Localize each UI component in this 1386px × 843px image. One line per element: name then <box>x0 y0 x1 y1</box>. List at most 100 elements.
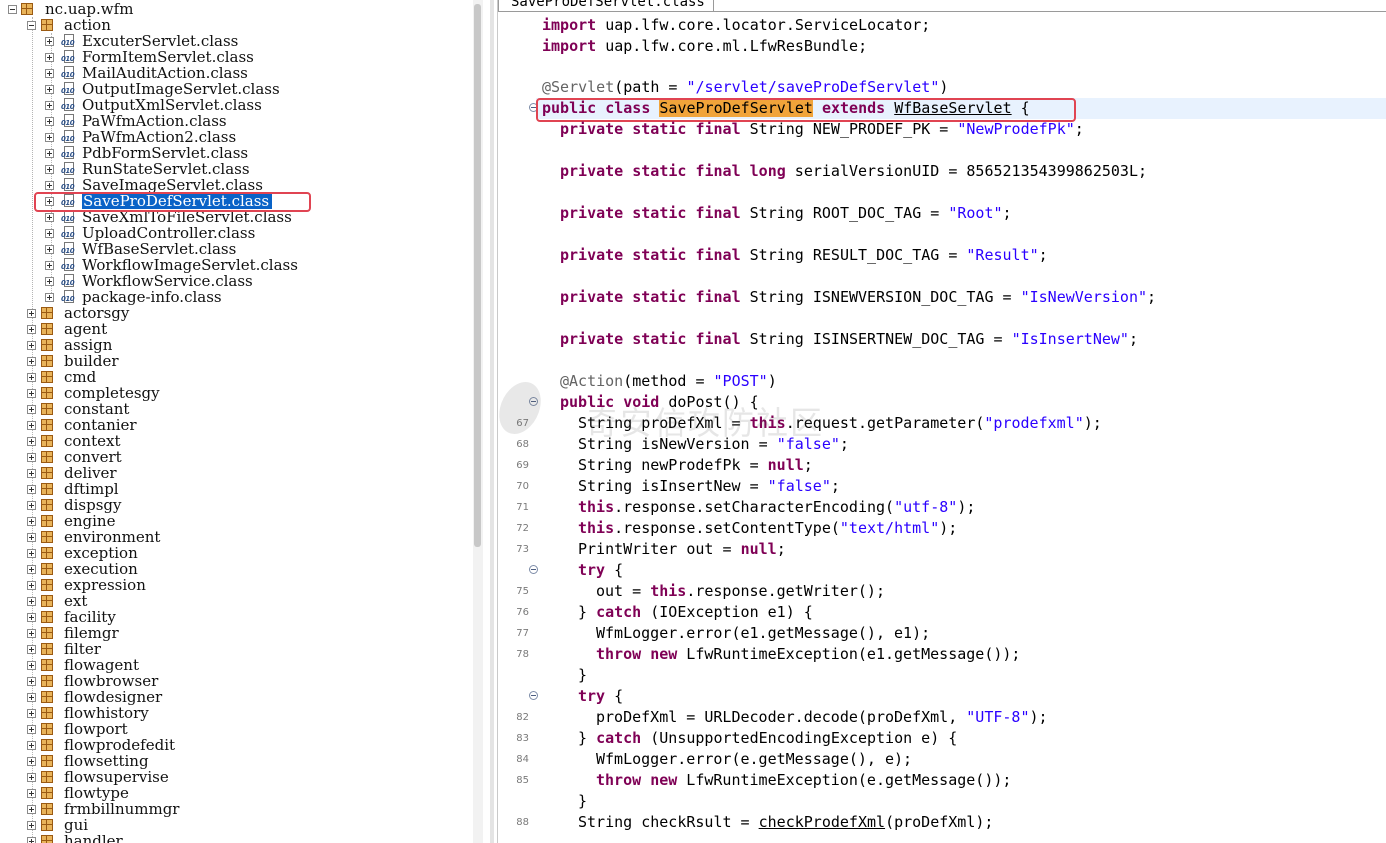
expand-icon[interactable] <box>45 229 54 238</box>
expand-icon[interactable] <box>27 405 36 414</box>
expand-icon[interactable] <box>27 373 36 382</box>
code-token: ; <box>1038 246 1048 264</box>
class-file-icon: 010 <box>61 258 75 272</box>
package-icon <box>41 387 53 399</box>
pane-divider[interactable] <box>490 0 494 843</box>
expand-icon[interactable] <box>27 549 36 558</box>
tree-node-label: dispsgy <box>64 496 122 514</box>
expand-icon[interactable] <box>27 597 36 606</box>
expand-icon[interactable] <box>27 677 36 686</box>
expand-icon[interactable] <box>27 581 36 590</box>
code-token: String isInsertNew = "false"; <box>578 476 840 497</box>
expand-icon[interactable] <box>45 261 54 270</box>
expand-icon[interactable] <box>45 69 54 78</box>
expand-icon[interactable] <box>27 485 36 494</box>
expand-icon[interactable] <box>27 469 36 478</box>
code-line: 85 throw new LfwRuntimeException(e.getMes… <box>498 770 1386 791</box>
code-token: String <box>740 288 813 306</box>
code-token: static <box>632 246 687 264</box>
expand-icon[interactable] <box>27 309 36 318</box>
code-token: (path = <box>614 78 687 96</box>
expand-icon[interactable] <box>27 805 36 814</box>
expand-icon[interactable] <box>27 757 36 766</box>
expand-icon[interactable] <box>45 165 54 174</box>
code-token: final <box>695 204 741 222</box>
expand-icon[interactable] <box>27 517 36 526</box>
line-number: 88 <box>516 817 529 828</box>
code-token: throw new LfwRuntimeException(e1.getMess… <box>596 644 1020 665</box>
expand-icon[interactable] <box>27 693 36 702</box>
code-token: (UnsupportedEncodingException e) { <box>641 729 958 747</box>
editor-tab-title: SaveProDefServlet.class <box>511 0 705 10</box>
tree-scrollbar-thumb[interactable] <box>474 4 481 547</box>
expand-icon[interactable] <box>45 85 54 94</box>
code-token: String <box>740 204 813 222</box>
expand-icon[interactable] <box>27 389 36 398</box>
code-token: static <box>632 330 687 348</box>
fold-toggle-icon[interactable] <box>529 397 538 406</box>
expand-icon[interactable] <box>27 821 36 830</box>
code-token: import <box>542 16 597 34</box>
code-token: this.response.setCharacterEncoding("utf-… <box>578 497 975 518</box>
code-token: } <box>578 792 588 810</box>
expand-icon[interactable] <box>27 741 36 750</box>
code-token: public void doPost() { <box>560 392 759 413</box>
expand-icon[interactable] <box>27 629 36 638</box>
expand-icon[interactable] <box>27 709 36 718</box>
code-line: try { <box>498 560 1386 581</box>
expand-icon[interactable] <box>45 37 54 46</box>
collapse-icon[interactable] <box>27 21 36 30</box>
expand-icon[interactable] <box>27 565 36 574</box>
expand-icon[interactable] <box>27 533 36 542</box>
code-token: String proDefXml = <box>578 414 750 432</box>
expand-icon[interactable] <box>27 645 36 654</box>
expand-icon[interactable] <box>27 773 36 782</box>
package-icon <box>41 595 53 607</box>
tree-node-label: contanier <box>64 416 137 434</box>
expand-icon[interactable] <box>27 325 36 334</box>
fold-toggle-icon[interactable] <box>529 565 538 574</box>
code-token: out = this.response.getWriter(); <box>596 581 885 602</box>
code-token: serialVersionUID = 856521354399862503L; <box>785 162 1148 180</box>
expand-icon[interactable] <box>45 53 54 62</box>
expand-icon[interactable] <box>27 453 36 462</box>
line-number: 70 <box>516 481 529 492</box>
package-icon <box>41 723 53 735</box>
code-token: { <box>605 561 624 579</box>
expand-icon[interactable] <box>27 357 36 366</box>
expand-icon[interactable] <box>27 661 36 670</box>
expand-icon[interactable] <box>45 245 54 254</box>
expand-icon[interactable] <box>45 117 54 126</box>
expand-icon[interactable] <box>45 149 54 158</box>
expand-icon[interactable] <box>27 341 36 350</box>
tree-node-label: flowagent <box>64 656 139 674</box>
code-token: ; <box>1074 120 1084 138</box>
expand-icon[interactable] <box>27 725 36 734</box>
code-editor[interactable]: SaveProDefServlet.class import uap.lfw.c… <box>497 0 1386 843</box>
code-token: @Action(method = "POST") <box>560 371 777 392</box>
expand-icon[interactable] <box>27 421 36 430</box>
expand-icon[interactable] <box>45 101 54 110</box>
expand-icon[interactable] <box>45 133 54 142</box>
expand-icon[interactable] <box>27 789 36 798</box>
expand-icon[interactable] <box>27 437 36 446</box>
line-number: 84 <box>516 754 529 765</box>
expand-icon[interactable] <box>45 213 54 222</box>
code-token: throw <box>596 771 642 789</box>
expand-icon[interactable] <box>45 277 54 286</box>
package-icon <box>41 371 53 383</box>
expand-icon[interactable] <box>45 293 54 302</box>
tree-node-label: SaveImageServlet.class <box>82 176 263 194</box>
expand-icon[interactable] <box>27 501 36 510</box>
collapse-icon[interactable] <box>8 5 17 14</box>
expand-icon[interactable] <box>27 613 36 622</box>
code-line: 76} catch (IOException e1) { <box>498 602 1386 623</box>
fold-toggle-icon[interactable] <box>529 691 538 700</box>
expand-icon[interactable] <box>27 837 36 843</box>
expand-icon[interactable] <box>45 181 54 190</box>
package-icon <box>41 819 53 831</box>
package-icon <box>41 483 53 495</box>
package-icon <box>41 323 53 335</box>
tree-scrollbar[interactable] <box>473 0 483 843</box>
